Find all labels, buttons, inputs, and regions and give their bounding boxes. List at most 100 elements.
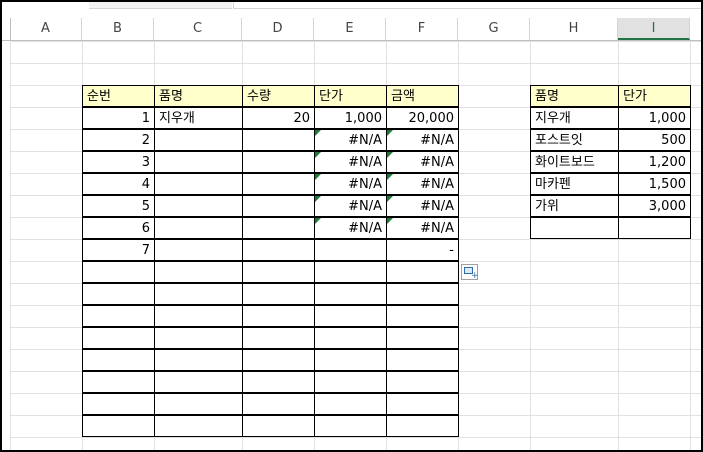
main-table-cell[interactable] <box>154 129 243 151</box>
lookup-table-cell[interactable]: 3,000 <box>618 195 691 217</box>
main-table-cell[interactable] <box>154 173 243 195</box>
main-table-empty-cell[interactable] <box>82 283 155 305</box>
paste-options-icon[interactable]: + <box>461 264 479 281</box>
main-table-cell[interactable]: #N/A <box>314 217 387 239</box>
lookup-table-cell[interactable]: 1,500 <box>618 173 691 195</box>
lookup-table-cell[interactable] <box>618 217 691 239</box>
main-table-empty-cell[interactable] <box>242 415 315 437</box>
main-header-cell[interactable]: 수량 <box>242 85 315 107</box>
main-table-cell[interactable] <box>242 173 315 195</box>
main-table-cell[interactable]: #N/A <box>314 129 387 151</box>
main-table-cell[interactable] <box>154 195 243 217</box>
main-table-empty-cell[interactable] <box>386 393 459 415</box>
main-table-cell[interactable] <box>154 217 243 239</box>
main-table-cell[interactable] <box>242 151 315 173</box>
main-table-cell[interactable]: #N/A <box>314 195 387 217</box>
main-table-empty-cell[interactable] <box>154 393 243 415</box>
main-table-cell[interactable]: 3 <box>82 151 155 173</box>
main-table-empty-cell[interactable] <box>154 283 243 305</box>
main-table-cell[interactable]: 1 <box>82 107 155 129</box>
column-header-b[interactable]: B <box>82 18 154 40</box>
main-header-cell[interactable]: 금액 <box>386 85 459 107</box>
main-table-cell[interactable]: #N/A <box>314 173 387 195</box>
column-header-h[interactable]: H <box>530 18 618 40</box>
main-table-empty-cell[interactable] <box>242 393 315 415</box>
main-table-empty-cell[interactable] <box>154 305 243 327</box>
main-table-empty-cell[interactable] <box>82 327 155 349</box>
main-table-cell[interactable] <box>242 239 315 261</box>
main-table-empty-cell[interactable] <box>242 305 315 327</box>
main-table-empty-cell[interactable] <box>314 305 387 327</box>
main-table-empty-cell[interactable] <box>314 349 387 371</box>
lookup-table-cell[interactable] <box>530 217 619 239</box>
lookup-table-cell[interactable]: 마카펜 <box>530 173 619 195</box>
main-table-cell[interactable]: #N/A <box>386 195 459 217</box>
main-table-cell[interactable]: 5 <box>82 195 155 217</box>
lookup-header-cell[interactable]: 단가 <box>618 85 691 107</box>
lookup-table-cell[interactable]: 지우개 <box>530 107 619 129</box>
lookup-table-cell[interactable]: 포스트잇 <box>530 129 619 151</box>
main-table-empty-cell[interactable] <box>314 327 387 349</box>
main-table-empty-cell[interactable] <box>242 261 315 283</box>
main-table-empty-cell[interactable] <box>154 371 243 393</box>
main-table-empty-cell[interactable] <box>386 415 459 437</box>
main-table-empty-cell[interactable] <box>82 349 155 371</box>
column-header-g[interactable]: G <box>458 18 530 40</box>
column-header-f[interactable]: F <box>386 18 458 40</box>
main-table-empty-cell[interactable] <box>314 415 387 437</box>
formula-input[interactable] <box>233 2 701 9</box>
main-table-cell[interactable]: #N/A <box>386 129 459 151</box>
main-table-cell[interactable] <box>314 239 387 261</box>
lookup-table-cell[interactable]: 1,200 <box>618 151 691 173</box>
main-table-empty-cell[interactable] <box>154 349 243 371</box>
main-table-cell[interactable]: 6 <box>82 217 155 239</box>
main-table-cell[interactable]: 20 <box>242 107 315 129</box>
column-header-e[interactable]: E <box>314 18 386 40</box>
main-table-cell[interactable] <box>242 195 315 217</box>
main-table-empty-cell[interactable] <box>242 327 315 349</box>
main-table-cell[interactable] <box>242 129 315 151</box>
main-table-cell[interactable]: 지우개 <box>154 107 243 129</box>
main-table-empty-cell[interactable] <box>82 371 155 393</box>
name-box[interactable] <box>89 2 232 9</box>
main-table-empty-cell[interactable] <box>82 415 155 437</box>
main-table-empty-cell[interactable] <box>386 283 459 305</box>
main-table-empty-cell[interactable] <box>242 349 315 371</box>
main-header-cell[interactable]: 단가 <box>314 85 387 107</box>
lookup-table-cell[interactable]: 1,000 <box>618 107 691 129</box>
main-table-cell[interactable]: 1,000 <box>314 107 387 129</box>
main-table-empty-cell[interactable] <box>242 371 315 393</box>
main-table-empty-cell[interactable] <box>82 393 155 415</box>
main-header-cell[interactable]: 품명 <box>154 85 243 107</box>
main-table-cell[interactable]: 4 <box>82 173 155 195</box>
lookup-header-cell[interactable]: 품명 <box>530 85 619 107</box>
main-table-empty-cell[interactable] <box>386 349 459 371</box>
main-table-empty-cell[interactable] <box>154 327 243 349</box>
main-table-cell[interactable]: - <box>386 239 459 261</box>
main-table-cell[interactable]: 7 <box>82 239 155 261</box>
main-table-cell[interactable] <box>242 217 315 239</box>
main-table-empty-cell[interactable] <box>314 393 387 415</box>
column-header-i[interactable]: I <box>618 18 690 40</box>
main-table-cell[interactable]: 2 <box>82 129 155 151</box>
main-table-empty-cell[interactable] <box>386 327 459 349</box>
main-table-cell[interactable]: #N/A <box>386 151 459 173</box>
main-table-empty-cell[interactable] <box>386 371 459 393</box>
main-table-empty-cell[interactable] <box>154 261 243 283</box>
main-table-empty-cell[interactable] <box>314 261 387 283</box>
main-table-cell[interactable]: #N/A <box>314 151 387 173</box>
main-table-cell[interactable]: 20,000 <box>386 107 459 129</box>
main-table-empty-cell[interactable] <box>242 283 315 305</box>
lookup-table-cell[interactable]: 화이트보드 <box>530 151 619 173</box>
main-header-cell[interactable]: 순번 <box>82 85 155 107</box>
main-table-empty-cell[interactable] <box>154 415 243 437</box>
column-header-d[interactable]: D <box>242 18 314 40</box>
main-table-cell[interactable] <box>154 239 243 261</box>
main-table-cell[interactable]: #N/A <box>386 173 459 195</box>
column-header-c[interactable]: C <box>154 18 242 40</box>
main-table-empty-cell[interactable] <box>314 371 387 393</box>
main-table-empty-cell[interactable] <box>386 305 459 327</box>
main-table-empty-cell[interactable] <box>314 283 387 305</box>
column-header-a[interactable]: A <box>10 18 82 40</box>
lookup-table-cell[interactable]: 가위 <box>530 195 619 217</box>
